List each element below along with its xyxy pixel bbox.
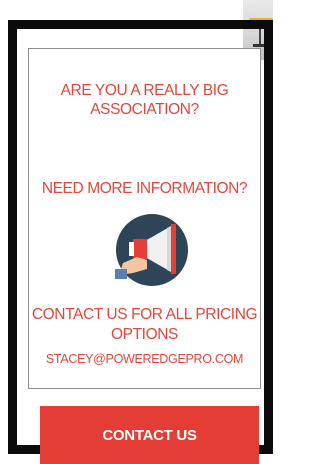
contact-email[interactable]: STACEY@POWEREDGEPRO.COM [29,351,260,367]
promo-card: ARE YOU A REALLY BIG ASSOCIATION? NEED M… [28,48,261,389]
pricing-contact-text: CONTACT US FOR ALL PRICING OPTIONS [31,306,258,343]
promo-widget: ARE YOU A REALLY BIG ASSOCIATION? NEED M… [0,0,273,464]
frame-border-left [8,20,17,454]
frame-border-right [264,20,273,454]
association-question: ARE YOU A REALLY BIG ASSOCIATION? [60,82,229,118]
frame-border-top [8,20,273,29]
megaphone-icon [115,213,189,287]
information-question: NEED MORE INFORMATION? [41,180,248,197]
contact-us-button[interactable]: CONTACT US [40,406,259,464]
